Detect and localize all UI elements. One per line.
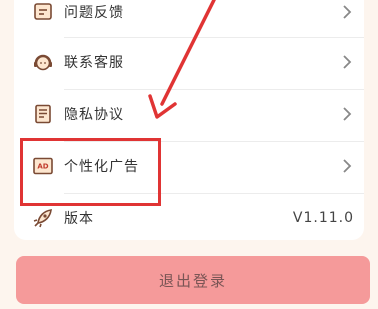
privacy-icon — [35, 104, 51, 124]
version-value: V1.11.0 — [292, 210, 354, 226]
settings-item-label: 版本 — [64, 211, 94, 227]
ad-icon: AD — [33, 157, 53, 175]
ad-icon-text: AD — [37, 163, 48, 171]
chevron-right-icon — [343, 107, 352, 121]
feedback-icon — [34, 3, 52, 20]
settings-item-feedback[interactable]: 问题反馈 — [14, 0, 364, 36]
chevron-right-icon — [343, 159, 352, 173]
settings-item-label: 隐私协议 — [64, 107, 124, 123]
settings-item-customer-service[interactable]: 联系客服 — [14, 38, 364, 86]
settings-item-version: 版本 V1.11.0 — [14, 194, 364, 242]
settings-item-label: 个性化广告 — [64, 159, 139, 175]
settings-item-privacy[interactable]: 隐私协议 — [14, 90, 364, 138]
customer-service-icon — [34, 54, 52, 71]
settings-item-personalized-ads[interactable]: AD 个性化广告 — [14, 142, 364, 190]
chevron-right-icon — [343, 55, 352, 69]
logout-button[interactable]: 退出登录 — [16, 256, 370, 304]
settings-item-label: 问题反馈 — [64, 5, 124, 21]
settings-item-label: 联系客服 — [64, 55, 124, 71]
logout-label: 退出登录 — [158, 271, 227, 290]
chevron-right-icon — [343, 5, 352, 19]
rocket-icon — [33, 209, 52, 228]
settings-list: 问题反馈 联系客服 隐私协议 AD 个性化广告 版本 V1.11.0 — [14, 0, 364, 240]
